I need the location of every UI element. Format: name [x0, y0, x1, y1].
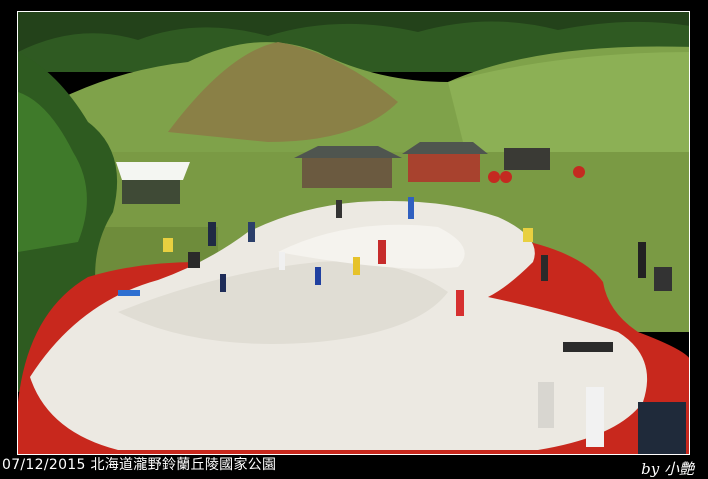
- person: [188, 252, 200, 268]
- person: [638, 242, 646, 278]
- person: [563, 342, 613, 352]
- person: [408, 197, 414, 219]
- person: [654, 267, 672, 291]
- shed: [504, 148, 550, 170]
- red-ball-2: [500, 171, 512, 183]
- photographer-signature: by 小艶: [641, 460, 694, 478]
- tent-base: [122, 180, 180, 204]
- person: [353, 257, 360, 275]
- person: [220, 274, 226, 292]
- gazebo-left: [302, 158, 392, 188]
- person: [315, 267, 321, 285]
- park-photo: [18, 12, 689, 454]
- photo-caption: 07/12/2015 北海道瀧野鈴蘭丘陵國家公園: [2, 457, 277, 473]
- red-ball-3: [573, 166, 585, 178]
- yellow-sign: [523, 228, 533, 242]
- gazebo-right: [408, 154, 480, 182]
- person: [456, 290, 464, 316]
- person: [378, 240, 386, 264]
- person: [538, 382, 554, 428]
- person: [586, 387, 604, 447]
- photo-frame: [17, 11, 690, 455]
- person: [118, 290, 140, 296]
- person: [541, 255, 548, 281]
- person: [248, 222, 255, 242]
- person: [279, 252, 285, 270]
- person: [638, 402, 686, 454]
- white-tent: [116, 162, 190, 180]
- person: [336, 200, 342, 218]
- yellow-sign-left: [163, 238, 173, 252]
- person: [208, 222, 216, 246]
- red-ball: [488, 171, 500, 183]
